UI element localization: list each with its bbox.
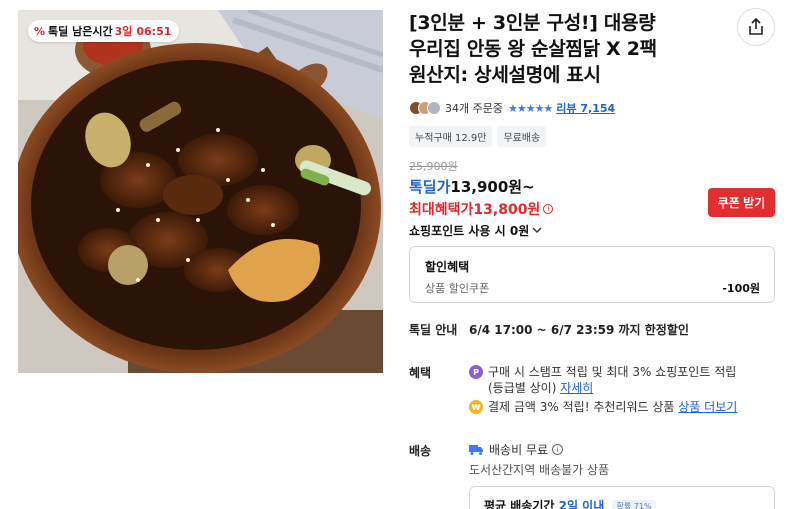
point-icon: P [469,365,483,379]
discount-coupon-label: 상품 할인쿠폰 [425,282,490,295]
benefit-stamp-point: P 구매 시 스탬프 적립 및 최대 3% 쇼핑포인트 적립 (등급별 상이) … [469,364,736,396]
share-button[interactable] [737,8,775,46]
title-line-3: 원산지: 상세설명에 표시 [409,64,601,86]
original-price: 25,900원 [409,160,458,173]
shipping-title: 배송 [409,444,432,458]
deal-price-value: 13,900원~ [450,178,535,196]
info-icon[interactable]: i [552,444,564,455]
shipping-fee-text: 배송비 무료 [489,443,549,457]
shopping-point-dropdown[interactable]: 쇼핑포인트 사용 시 0원 [409,222,542,239]
review-count-link[interactable]: 리뷰 7,154 [556,100,615,116]
deal-timer-badge: % 톡딜 남은시간 3일 06:51 [28,20,180,42]
order-count: 34개 주문중 [445,102,503,115]
timer-days: 3일 [114,25,133,38]
deal-period: 6/4 17:00 ~ 6/7 23:59 까지 한정할인 [469,323,689,337]
arrival-label: 평균 배송기간 [484,499,555,509]
benefit-details-link[interactable]: 자세히 [560,381,593,395]
benefit-stamp-text: 구매 시 스탬프 적립 및 최대 3% 쇼핑포인트 적립 [488,365,737,379]
more-products-link[interactable]: 상품 더보기 [678,400,737,414]
max-benefit-price-row: 최대혜택가 13,800원 i [409,199,554,219]
product-tags: 누적구매 12.9만 무료배송 [409,126,547,147]
star-rating-icon: ★★★★★ [507,101,553,115]
deal-price-label: 톡딜가 [409,178,451,196]
discount-heading: 할인혜택 [425,260,470,274]
arrival-estimate-box[interactable]: 평균 배송기간 2일 이내 확률 71% [469,486,775,509]
share-icon [749,18,763,35]
get-coupon-button[interactable]: 쿠폰 받기 [708,188,775,217]
avatar [427,101,441,115]
benefit-stamp-subtext: (등급별 상이) [488,381,557,395]
truck-icon [469,445,483,455]
shipping-fee-row: 배송비 무료 i [469,441,564,458]
benefit-reward: ₩ 결제 금액 3% 적립! 추천리워드 상품 상품 더보기 [469,399,737,415]
info-icon[interactable]: i [543,204,554,214]
chevron-down-icon [532,227,542,233]
title-line-2: 우리집 안동 왕 순살찜닭 X 2팩 [409,38,657,60]
buyer-avatars [409,101,441,115]
percent-icon: % [34,24,46,38]
tag-cumulative-purchases: 누적구매 12.9만 [409,126,493,147]
braised-chicken-photo [18,10,383,373]
arrival-value: 2일 이내 [558,499,605,509]
discount-benefit-box: 할인혜택 상품 할인쿠폰 -100원 [409,246,775,303]
timer-time: 06:51 [136,24,172,38]
product-title: [3인분 + 3인분 구성!] 대용량 우리집 안동 왕 순살찜닭 X 2팩 원… [409,10,719,88]
benefit-reward-text: 결제 금액 3% 적립! 추천리워드 상품 [488,400,675,414]
product-image[interactable]: % 톡딜 남은시간 3일 06:51 [18,10,383,373]
discount-amount: -100원 [722,282,760,295]
timer-label: 톡딜 남은시간 [48,25,113,38]
reward-coin-icon: ₩ [469,400,483,414]
max-benefit-label: 최대혜택가 [409,202,474,218]
benefits-title: 혜택 [409,366,432,380]
rating-row: 34개 주문중 ★★★★★ 리뷰 7,154 [409,99,615,117]
tag-free-shipping: 무료배송 [497,126,547,147]
deal-price-row: 톡딜가 13,900원~ [409,176,535,197]
title-line-1: [3인분 + 3인분 구성!] 대용량 [409,12,656,34]
max-benefit-value: 13,800원 [473,202,541,218]
deal-info-title: 톡딜 안내 [409,323,458,337]
arrival-probability-badge: 확률 71% [612,500,656,509]
shipping-restriction-note: 도서산간지역 배송불가 상품 [469,463,610,477]
shopping-point-label: 쇼핑포인트 사용 시 0원 [409,224,530,238]
